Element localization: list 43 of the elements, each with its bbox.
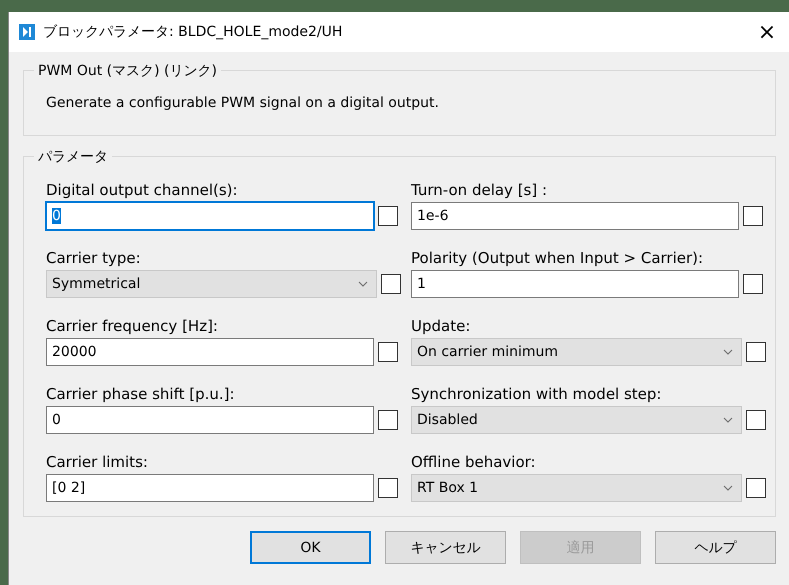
parameter-label: Digital output channel(s):: [46, 181, 239, 199]
input-field[interactable]: [0 2]: [46, 474, 374, 502]
checkbox[interactable]: [378, 206, 398, 226]
chevron-down-icon: [723, 349, 733, 355]
checkbox[interactable]: [378, 342, 398, 362]
chevron-down-icon: [358, 281, 368, 287]
checkbox[interactable]: [381, 274, 401, 294]
group-title: PWM Out (マスク) (リンク): [34, 62, 221, 80]
group-title: パラメータ: [34, 148, 112, 166]
input-field[interactable]: 20000: [46, 338, 374, 366]
parameter-label: Carrier type:: [46, 249, 142, 267]
dialog-button[interactable]: キャンセル: [385, 531, 506, 564]
checkbox[interactable]: [743, 274, 763, 294]
checkbox[interactable]: [378, 478, 398, 498]
input-field[interactable]: 0: [46, 406, 374, 434]
parameter-label: Polarity (Output when Input > Carrier):: [411, 249, 704, 267]
description-text: Generate a configurable PWM signal on a digital output.: [46, 95, 440, 111]
dropdown[interactable]: Disabled: [411, 406, 742, 434]
input-field[interactable]: 0: [46, 202, 374, 230]
parameter-label: Carrier limits:: [46, 453, 149, 471]
parameter-label: Turn-on delay [s] :: [411, 181, 548, 199]
dropdown[interactable]: On carrier minimum: [411, 338, 742, 366]
parameter-label: Carrier phase shift [p.u.]:: [46, 385, 236, 403]
checkbox[interactable]: [746, 410, 766, 430]
parameter-label: Carrier frequency [Hz]:: [46, 317, 219, 335]
app-icon: [19, 24, 35, 40]
window-title: ブロックパラメータ: BLDC_HOLE_mode2/UH: [43, 23, 344, 41]
checkbox[interactable]: [746, 478, 766, 498]
input-field[interactable]: 1e-6: [411, 202, 739, 230]
checkbox[interactable]: [743, 206, 763, 226]
chevron-down-icon: [723, 485, 733, 491]
close-button[interactable]: ×: [744, 12, 789, 52]
checkbox[interactable]: [746, 342, 766, 362]
dropdown[interactable]: Symmetrical: [46, 270, 377, 298]
dropdown[interactable]: RT Box 1: [411, 474, 742, 502]
input-field[interactable]: 1: [411, 270, 739, 298]
ok-button[interactable]: OK: [250, 531, 371, 564]
parameter-label: Offline behavior:: [411, 453, 537, 471]
dialog-button[interactable]: ヘルプ: [655, 531, 776, 564]
checkbox[interactable]: [378, 410, 398, 430]
parameter-label: Synchronization with model step:: [411, 385, 662, 403]
parameter-label: Update:: [411, 317, 472, 335]
chevron-down-icon: [723, 417, 733, 423]
